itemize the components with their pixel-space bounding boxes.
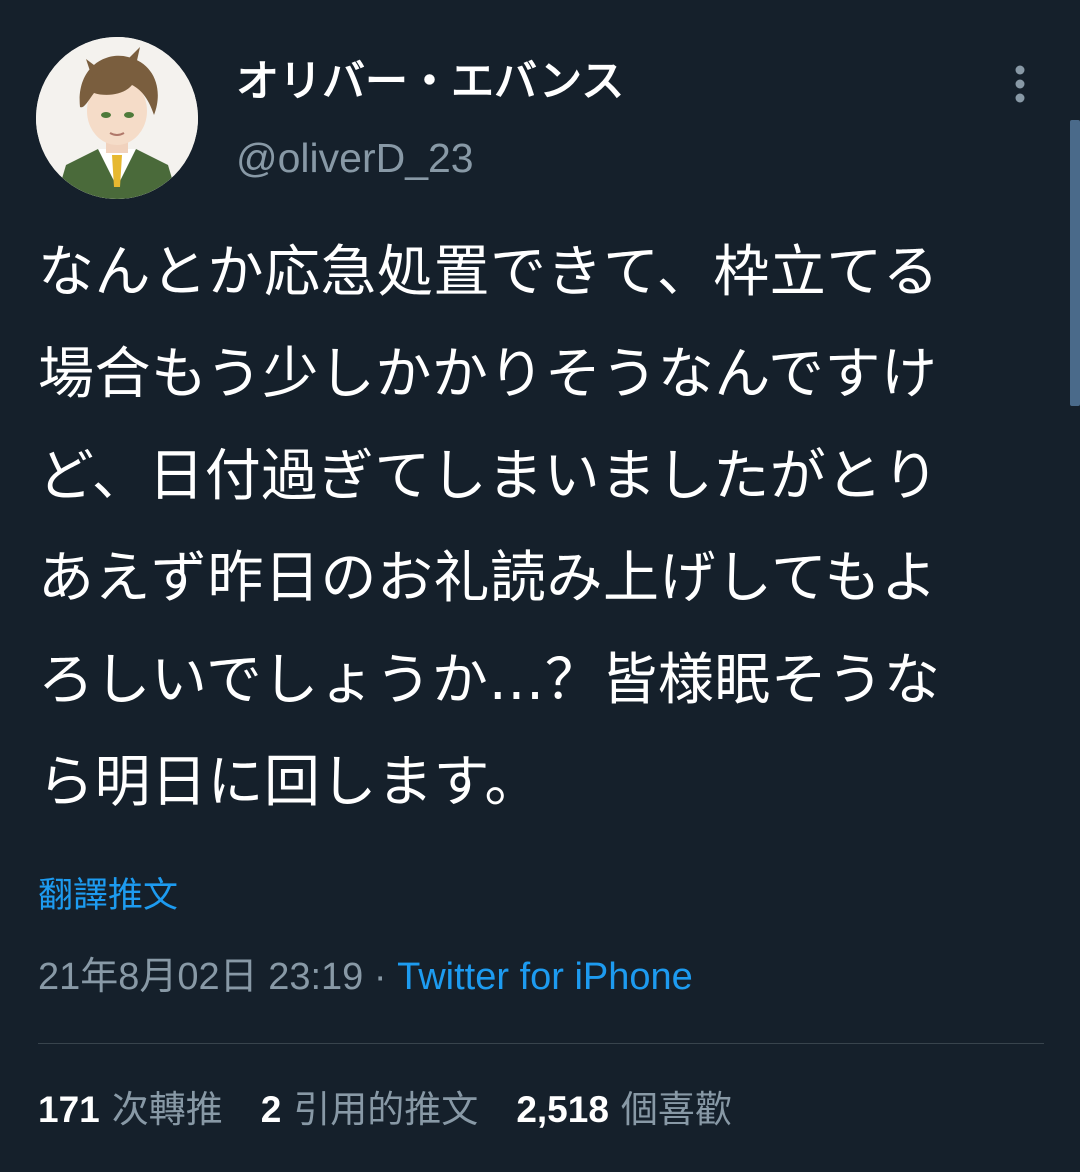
retweets-stat[interactable]: 171 次轉推 [38, 1086, 223, 1134]
scrollbar[interactable] [1070, 120, 1080, 406]
divider [38, 1043, 1044, 1044]
like-count: 2,518 [516, 1089, 609, 1130]
retweet-label: 次轉推 [111, 1088, 223, 1131]
tweet-meta: 21年8月02日 23:19 · Twitter for iPhone [38, 953, 693, 1001]
likes-stat[interactable]: 2,518 個喜歡 [516, 1086, 732, 1134]
tweet-timestamp[interactable]: 21年8月02日 23:19 [38, 956, 363, 998]
tweet-text-line: ろしいでしょうか…？皆様眠そうな [38, 648, 941, 713]
translate-tweet-link[interactable]: 翻譯推文 [38, 874, 178, 918]
tweet-text-line: あえず昨日のお礼読み上げしてもよ [38, 546, 938, 611]
tweet-source-link[interactable]: Twitter for iPhone [397, 956, 693, 998]
quote-label: 引用的推文 [293, 1088, 479, 1131]
avatar[interactable] [36, 37, 198, 199]
like-label: 個喜歡 [620, 1088, 732, 1131]
tweet-text-line: 場合もう少しかかりそうなんですけ [38, 342, 938, 407]
more-options-button[interactable] [996, 60, 1044, 108]
quote-count: 2 [260, 1089, 282, 1130]
tweet-text-line: なんとか応急処置できて、枠立てる [38, 240, 940, 305]
quotes-stat[interactable]: 2 引用的推文 [261, 1086, 479, 1134]
retweet-count: 171 [38, 1089, 100, 1130]
meta-separator: · [363, 956, 398, 998]
display-name[interactable]: オリバー・エバンス [236, 55, 624, 109]
tweet-text-line: ど、日付過ぎてしまいましたがとり [38, 444, 940, 509]
more-vertical-icon [1015, 65, 1025, 103]
tweet-text: なんとか応急処置できて、枠立てる 場合もう少しかかりそうなんですけ ど、日付過ぎ… [38, 222, 1048, 834]
user-handle[interactable]: @oliverD_23 [236, 133, 474, 183]
tweet-stats: 171 次轉推 2 引用的推文 2,518 個喜歡 [38, 1086, 770, 1134]
tweet-text-line: ら明日に回します。 [38, 750, 541, 815]
